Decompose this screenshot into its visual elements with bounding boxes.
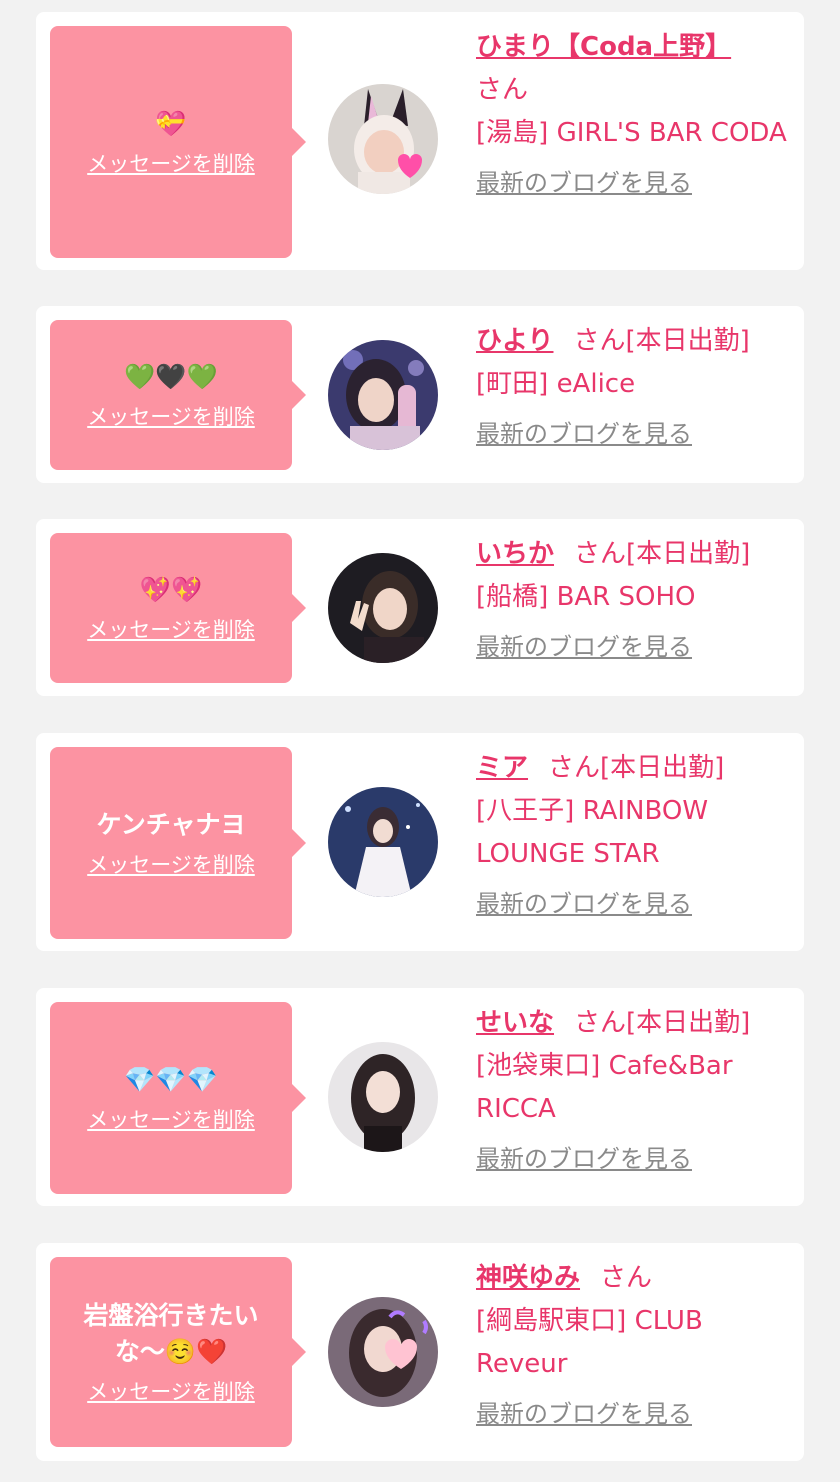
message-bubble: 💎💎💎 メッセージを削除 <box>50 1002 306 1194</box>
cast-card: 💚🖤💚 メッセージを削除 ひより さん[本日出勤] [町田] eAlice 最新の… <box>36 306 804 483</box>
delete-message-link[interactable]: メッセージを削除 <box>87 1104 255 1134</box>
shop-name: eAlice <box>556 369 636 399</box>
area-label: [八王子] <box>476 796 575 826</box>
area-label: [湯島] <box>476 118 549 148</box>
honorific: さん <box>600 1263 653 1293</box>
message-text: ケンチャナヨ <box>96 810 246 839</box>
girl-photo-icon <box>328 340 438 450</box>
area-label: [船橋] <box>476 582 549 612</box>
honorific: さん <box>548 753 601 783</box>
work-status: [本日出勤] <box>625 326 750 356</box>
cast-name-link[interactable]: ひより <box>476 326 553 356</box>
cast-card: 💎💎💎 メッセージを削除 せいな さん[本日出勤] [池袋東口] Cafe&Bar… <box>36 988 804 1206</box>
cast-name-link[interactable]: いちか <box>476 539 554 569</box>
latest-blog-link[interactable]: 最新のブログを見る <box>476 1139 692 1174</box>
cast-name-link[interactable]: 神咲ゆみ <box>476 1263 580 1293</box>
avatar[interactable] <box>328 1042 438 1152</box>
cast-card: 岩盤浴行きたいな〜☺️❤️ メッセージを削除 神咲ゆみ さん [綱島駅東口] CL… <box>36 1243 804 1461</box>
honorific: さん <box>476 75 529 105</box>
cast-info: いちか さん[本日出勤] [船橋] BAR SOHO 最新のブログを見る <box>476 533 796 662</box>
work-status: [本日出勤] <box>626 1008 751 1038</box>
shop-name: BAR SOHO <box>556 582 696 612</box>
work-status: [本日出勤] <box>600 753 725 783</box>
girl-peace-sign-photo-icon <box>328 553 438 663</box>
delete-message-link[interactable]: メッセージを削除 <box>87 1376 255 1406</box>
cast-info: ひより さん[本日出勤] [町田] eAlice 最新のブログを見る <box>476 320 796 449</box>
avatar[interactable] <box>328 787 438 897</box>
message-text: 💚🖤💚 <box>124 362 218 391</box>
honorific: さん <box>574 539 627 569</box>
bunny-ear-girl-photo-icon <box>328 84 438 194</box>
area-label: [綱島駅東口] <box>476 1306 627 1336</box>
delete-message-link[interactable]: メッセージを削除 <box>87 148 255 178</box>
girl-heart-sticker-photo-icon <box>328 1297 438 1407</box>
cast-info: ひまり【Coda上野】 さん [湯島] GIRL'S BAR CODA 最新のブ… <box>476 26 796 198</box>
avatar[interactable] <box>328 553 438 663</box>
avatar[interactable] <box>328 84 438 194</box>
latest-blog-link[interactable]: 最新のブログを見る <box>476 163 692 198</box>
honorific: さん <box>574 1008 627 1038</box>
cast-name-link[interactable]: ミア <box>476 753 528 783</box>
message-bubble: 岩盤浴行きたいな〜☺️❤️ メッセージを削除 <box>50 1257 306 1447</box>
cast-name-link[interactable]: ひまり【Coda上野】 <box>476 32 731 62</box>
message-text: 💎💎💎 <box>124 1065 218 1094</box>
message-bubble: ケンチャナヨ メッセージを削除 <box>50 747 306 939</box>
cast-card: 💝 メッセージを削除 ひまり【Coda上野】 さん [湯島] GIRL'S BA… <box>36 12 804 270</box>
cast-info: ミア さん[本日出勤] [八王子] RAINBOW LOUNGE STAR 最新の… <box>476 747 796 919</box>
cast-name-link[interactable]: せいな <box>476 1008 554 1038</box>
message-text: 💖💖 <box>139 575 203 604</box>
work-status: [本日出勤] <box>626 539 751 569</box>
latest-blog-link[interactable]: 最新のブログを見る <box>476 1394 692 1429</box>
message-bubble: 💖💖 メッセージを削除 <box>50 533 306 683</box>
honorific: さん <box>573 326 626 356</box>
message-bubble: 💚🖤💚 メッセージを削除 <box>50 320 306 470</box>
delete-message-link[interactable]: メッセージを削除 <box>87 849 255 879</box>
shop-name: GIRL'S BAR CODA <box>556 118 787 148</box>
latest-blog-link[interactable]: 最新のブログを見る <box>476 414 692 449</box>
cast-card: 💖💖 メッセージを削除 いちか さん[本日出勤] [船橋] BAR SOHO 最新… <box>36 519 804 696</box>
area-label: [池袋東口] <box>476 1051 601 1081</box>
girl-photo-icon <box>328 1042 438 1152</box>
message-bubble: 💝 メッセージを削除 <box>50 26 306 258</box>
delete-message-link[interactable]: メッセージを削除 <box>87 614 255 644</box>
cast-info: 神咲ゆみ さん [綱島駅東口] CLUB Reveur 最新のブログを見る <box>476 1257 796 1429</box>
message-text: 💝 <box>155 109 187 138</box>
latest-blog-link[interactable]: 最新のブログを見る <box>476 884 692 919</box>
cast-card: ケンチャナヨ メッセージを削除 ミア さん[本日出勤] [八王子] RAINBOW… <box>36 733 804 951</box>
avatar[interactable] <box>328 1297 438 1407</box>
avatar[interactable] <box>328 340 438 450</box>
area-label: [町田] <box>476 369 549 399</box>
delete-message-link[interactable]: メッセージを削除 <box>87 401 255 431</box>
favorites-list: 💝 メッセージを削除 ひまり【Coda上野】 さん [湯島] GIRL'S BA… <box>0 0 840 1482</box>
message-text: 岩盤浴行きたいな〜☺️❤️ <box>83 1301 259 1366</box>
girl-dress-photo-icon <box>328 787 438 897</box>
cast-info: せいな さん[本日出勤] [池袋東口] Cafe&Bar RICCA 最新のブログ… <box>476 1002 796 1174</box>
latest-blog-link[interactable]: 最新のブログを見る <box>476 627 692 662</box>
